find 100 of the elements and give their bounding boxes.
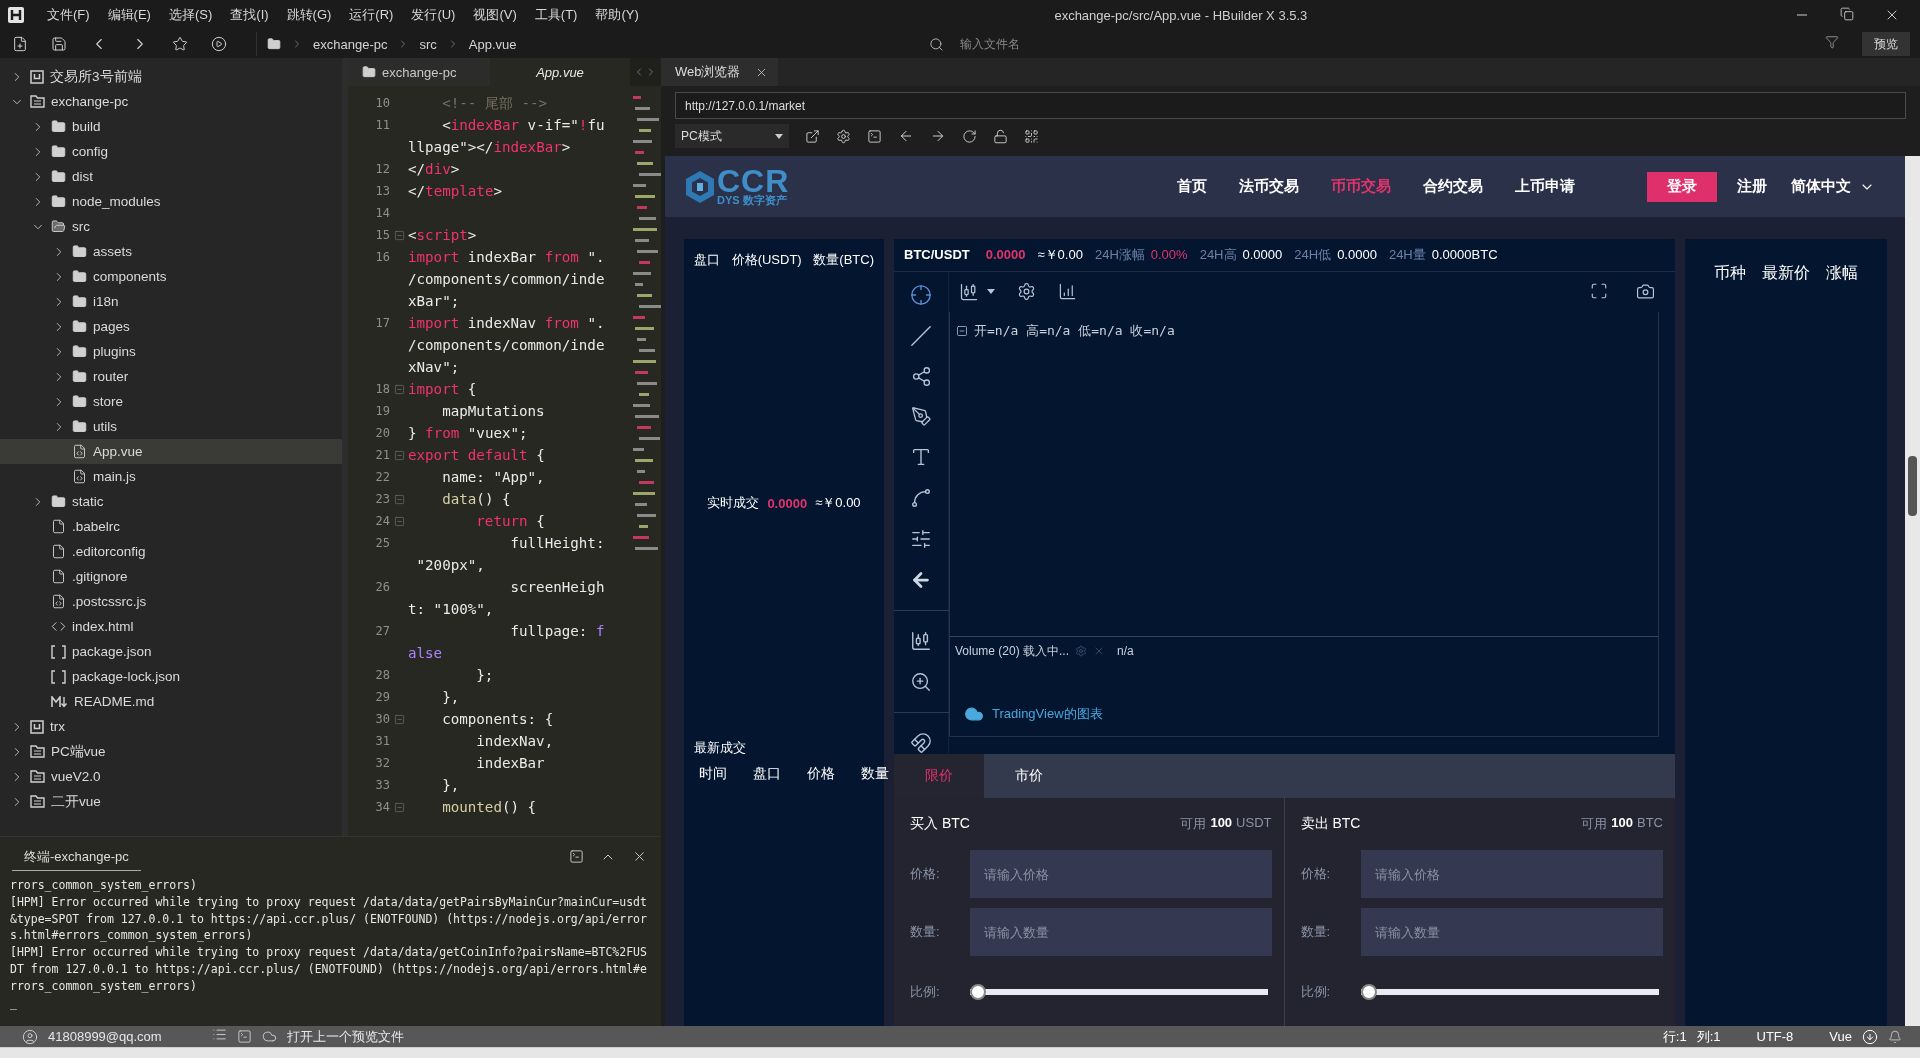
search-field[interactable]: 输入文件名 xyxy=(958,36,1258,52)
status-hint[interactable]: 打开上一个预览文件 xyxy=(286,1027,404,1046)
tree-item[interactable]: .postcssrc.js xyxy=(0,589,342,614)
back-icon[interactable] xyxy=(898,128,914,144)
breadcrumb-item[interactable]: src xyxy=(419,36,437,52)
tree-item[interactable]: .gitignore xyxy=(0,564,342,589)
breadcrumb-item[interactable]: exchange-pc xyxy=(313,36,388,52)
tree-item[interactable]: pages xyxy=(0,314,342,339)
lock-icon[interactable] xyxy=(993,128,1008,144)
chart-credit-link[interactable]: TradingView的图表 xyxy=(992,704,1103,723)
menu-item[interactable]: 编辑(E) xyxy=(98,6,160,24)
open-external-icon[interactable] xyxy=(805,128,820,144)
magnet-icon[interactable] xyxy=(910,731,932,754)
order-tab[interactable]: 市价 xyxy=(984,753,1074,798)
candlestick-icon[interactable] xyxy=(959,281,979,302)
tree-item[interactable]: utils xyxy=(0,414,342,439)
tree-item[interactable]: .babelrc xyxy=(0,514,342,539)
forward-icon[interactable] xyxy=(930,128,946,144)
indicators-icon[interactable] xyxy=(1058,282,1077,302)
candles-icon[interactable] xyxy=(910,629,932,652)
tree-item[interactable]: PC端vue xyxy=(0,739,342,764)
menu-item[interactable]: 帮助(Y) xyxy=(586,6,648,24)
browser-tab[interactable]: Web浏览器 xyxy=(661,58,778,86)
new-terminal-icon[interactable] xyxy=(569,849,584,864)
nav-link[interactable]: 法币交易 xyxy=(1239,177,1299,196)
filter-icon[interactable] xyxy=(1825,35,1839,49)
slider-thumb[interactable] xyxy=(1360,984,1377,1000)
editor-tab[interactable]: App.vue xyxy=(490,58,630,86)
slider-thumb[interactable] xyxy=(970,984,986,1000)
amount-field[interactable]: 请输入数量 xyxy=(1360,908,1663,956)
mode-select[interactable]: PC模式 xyxy=(675,124,789,148)
tree-item[interactable]: static xyxy=(0,489,342,514)
caret-icon[interactable] xyxy=(987,289,995,295)
tree-item[interactable]: build xyxy=(0,114,342,139)
menu-item[interactable]: 选择(S) xyxy=(159,6,222,24)
tree-item[interactable]: plugins xyxy=(0,339,342,364)
menu-item[interactable]: 视图(V) xyxy=(464,6,526,24)
tree-item[interactable]: vueV2.0 xyxy=(0,764,342,789)
save-icon[interactable] xyxy=(51,36,67,52)
brush-tool-icon[interactable] xyxy=(910,405,932,427)
language-mode[interactable]: Vue xyxy=(1829,1029,1852,1044)
preview-button[interactable]: 预览 xyxy=(1862,32,1910,56)
settings-icon[interactable] xyxy=(836,128,851,144)
menu-item[interactable]: 跳转(G) xyxy=(277,6,341,24)
tree-item[interactable]: src xyxy=(0,214,342,239)
measure-tool-icon[interactable] xyxy=(910,527,932,550)
nav-link[interactable]: 首页 xyxy=(1177,177,1207,196)
menu-item[interactable]: 查找(I) xyxy=(221,6,278,24)
new-file-icon[interactable] xyxy=(12,36,28,52)
register-link[interactable]: 注册 xyxy=(1737,177,1767,196)
tree-item[interactable]: store xyxy=(0,389,342,414)
encoding[interactable]: UTF-8 xyxy=(1756,1029,1794,1044)
amount-field[interactable]: 请输入数量 xyxy=(970,908,1272,956)
menu-item[interactable]: 运行(R) xyxy=(340,6,403,24)
tree-item[interactable]: 交易所3号前端 xyxy=(0,64,342,89)
fullscreen-icon[interactable] xyxy=(1590,282,1608,301)
nav-link[interactable]: 合约交易 xyxy=(1423,177,1483,196)
nav-link[interactable]: 上币申请 xyxy=(1515,177,1575,196)
tree-item[interactable]: package-lock.json xyxy=(0,664,342,689)
login-button[interactable]: 登录 xyxy=(1647,171,1717,202)
list-icon[interactable] xyxy=(211,1027,227,1042)
tree-item[interactable]: config xyxy=(0,139,342,164)
close-panel-icon[interactable] xyxy=(632,849,647,864)
tree-item[interactable]: App.vue xyxy=(0,439,342,464)
url-field[interactable]: http://127.0.0.1/market xyxy=(675,92,1906,119)
restore-icon[interactable] xyxy=(1840,7,1854,21)
tree-item[interactable]: node_modules xyxy=(0,189,342,214)
tree-item[interactable]: i18n xyxy=(0,289,342,314)
download-icon[interactable] xyxy=(1862,1028,1878,1045)
language-select[interactable]: 简体中文 xyxy=(1791,177,1875,196)
fork-tool-icon[interactable] xyxy=(910,365,932,387)
menu-item[interactable]: 工具(T) xyxy=(525,6,587,24)
breadcrumb-item[interactable]: App.vue xyxy=(468,36,517,52)
bell-icon[interactable] xyxy=(1888,1029,1902,1044)
tree-item[interactable]: 二开vue xyxy=(0,789,342,814)
price-field[interactable]: 请输入价格 xyxy=(970,850,1272,898)
line-tool-icon[interactable] xyxy=(910,324,932,347)
collapse-icon[interactable] xyxy=(956,324,968,337)
terminal-icon[interactable] xyxy=(236,1029,252,1044)
run-icon[interactable] xyxy=(211,36,227,52)
menu-item[interactable]: 文件(F) xyxy=(38,6,99,24)
tree-item[interactable]: README.md xyxy=(0,689,342,714)
terminal-tab[interactable]: 终端-exchange-pc xyxy=(12,843,141,871)
tree-item[interactable]: dist xyxy=(0,164,342,189)
tree-item[interactable]: components xyxy=(0,264,342,289)
tree-item[interactable]: main.js xyxy=(0,464,342,489)
zoom-in-icon[interactable] xyxy=(910,670,932,693)
scrollbar-thumb[interactable] xyxy=(1908,456,1917,516)
tree-item[interactable]: router xyxy=(0,364,342,389)
pattern-tool-icon[interactable] xyxy=(910,486,932,509)
editor-tab[interactable]: exchange-pc xyxy=(348,58,490,86)
reload-icon[interactable] xyxy=(962,128,977,144)
star-icon[interactable] xyxy=(172,36,188,52)
tree-item[interactable]: assets xyxy=(0,239,342,264)
tree-item[interactable]: .editorconfig xyxy=(0,539,342,564)
crosshair-icon[interactable] xyxy=(910,283,932,306)
account-name[interactable]: 41808999@qq.com xyxy=(48,1029,162,1044)
settings-icon[interactable] xyxy=(1017,282,1036,302)
price-field[interactable]: 请输入价格 xyxy=(1360,850,1663,898)
tree-item[interactable]: exchange-pc xyxy=(0,89,342,114)
